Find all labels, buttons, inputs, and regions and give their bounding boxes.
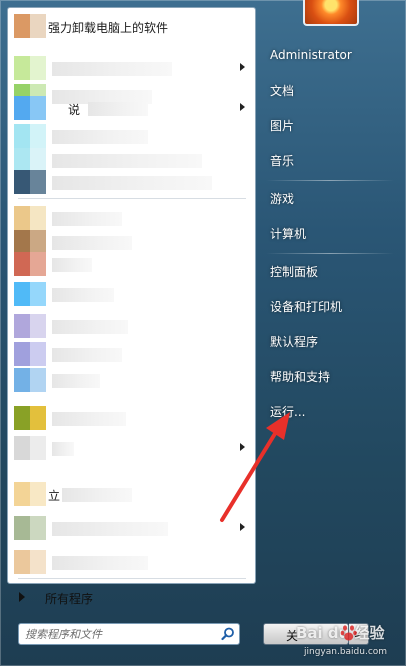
blurred-program-label <box>52 288 114 302</box>
program-list-separator <box>18 578 246 579</box>
right-item-label: 图片 <box>270 119 295 133</box>
program-icon <box>14 96 46 120</box>
right-item-label: 计算机 <box>270 227 307 241</box>
all-programs-button[interactable]: 所有程序 <box>7 583 254 611</box>
annotation-arrow-icon <box>220 412 290 522</box>
right-item-computer[interactable]: 计算机 <box>262 218 398 248</box>
program-icon <box>14 14 46 38</box>
program-list-separator <box>18 198 246 199</box>
blurred-program-label <box>52 212 122 226</box>
blurred-program-label <box>52 374 100 388</box>
right-pane-separator <box>266 180 394 181</box>
program-label: 立 <box>48 489 61 503</box>
blurred-program-label <box>52 556 148 570</box>
all-programs-label: 所有程序 <box>45 592 94 606</box>
program-icon <box>14 436 46 460</box>
program-icon <box>14 550 46 574</box>
right-item-label: 音乐 <box>270 154 295 168</box>
program-icon <box>14 368 46 392</box>
right-item-label: 默认程序 <box>270 335 319 349</box>
all-programs-arrow-icon <box>19 592 25 602</box>
blurred-program-label <box>52 62 172 76</box>
program-icon <box>14 124 46 148</box>
blurred-program-label <box>52 236 132 250</box>
right-pane-separator <box>266 253 394 254</box>
right-item-devices-printers[interactable]: 设备和打印机 <box>262 291 398 321</box>
program-label: 强力卸载电脑上的软件 <box>48 21 169 35</box>
blurred-program-label <box>52 412 126 426</box>
right-item-documents[interactable]: 文档 <box>262 75 398 105</box>
blurred-program-label <box>52 130 148 144</box>
baidu-watermark: Bai du 经验 jingyan.baidu.com <box>296 620 406 666</box>
program-item[interactable] <box>8 280 255 308</box>
right-item-music[interactable]: 音乐 <box>262 145 398 175</box>
program-item[interactable] <box>8 250 255 278</box>
right-item-label: 控制面板 <box>270 265 319 279</box>
blurred-program-label <box>52 348 122 362</box>
right-item-label: 文档 <box>270 84 295 98</box>
program-icon <box>14 170 46 194</box>
right-item-default-programs[interactable]: 默认程序 <box>262 326 398 356</box>
program-label: 说 <box>68 103 81 117</box>
program-item[interactable] <box>8 548 255 576</box>
program-icon <box>14 516 46 540</box>
program-icon <box>14 206 46 230</box>
right-item-label: 帮助和支持 <box>270 370 331 384</box>
program-icon <box>14 406 46 430</box>
program-icon <box>14 314 46 338</box>
right-item-help-support[interactable]: 帮助和支持 <box>262 361 398 391</box>
blurred-program-label <box>52 258 92 272</box>
user-picture[interactable] <box>303 0 359 26</box>
blurred-program-label <box>62 488 132 502</box>
baidu-paw-icon <box>340 625 357 641</box>
program-item-uninstaller[interactable]: 强力卸载电脑上的软件 <box>8 12 255 40</box>
right-item-label: 设备和打印机 <box>270 300 343 314</box>
blurred-program-label <box>88 102 148 116</box>
program-item[interactable] <box>8 366 255 394</box>
start-menu: 强力卸载电脑上的软件 说 立 所有程序 搜索程序和文件 Administrato… <box>0 0 406 666</box>
right-item-games[interactable]: 游戏 <box>262 183 398 213</box>
right-item-label: 游戏 <box>270 192 295 206</box>
program-icon <box>14 56 46 80</box>
program-item[interactable] <box>8 340 255 368</box>
blurred-program-label <box>52 522 168 536</box>
program-item[interactable] <box>8 312 255 340</box>
blurred-program-label <box>52 442 74 456</box>
program-icon <box>14 252 46 276</box>
right-item-administrator[interactable]: Administrator <box>262 41 398 71</box>
blurred-program-label <box>52 154 202 168</box>
program-icon <box>14 282 46 306</box>
search-icon[interactable] <box>221 627 235 641</box>
program-item[interactable]: 说 <box>8 94 255 122</box>
blurred-program-label <box>52 176 212 190</box>
program-item[interactable] <box>8 54 255 82</box>
blurred-program-label <box>52 320 128 334</box>
search-box[interactable] <box>18 623 240 645</box>
right-item-pictures[interactable]: 图片 <box>262 110 398 140</box>
submenu-arrow-icon <box>240 103 245 111</box>
program-icon <box>14 482 46 506</box>
right-item-control-panel[interactable]: 控制面板 <box>262 256 398 286</box>
search-input[interactable] <box>25 626 211 642</box>
submenu-arrow-icon <box>240 63 245 71</box>
program-icon <box>14 342 46 366</box>
right-item-label: Administrator <box>270 48 352 62</box>
watermark-url: jingyan.baidu.com <box>304 647 388 657</box>
program-item[interactable] <box>8 168 255 196</box>
